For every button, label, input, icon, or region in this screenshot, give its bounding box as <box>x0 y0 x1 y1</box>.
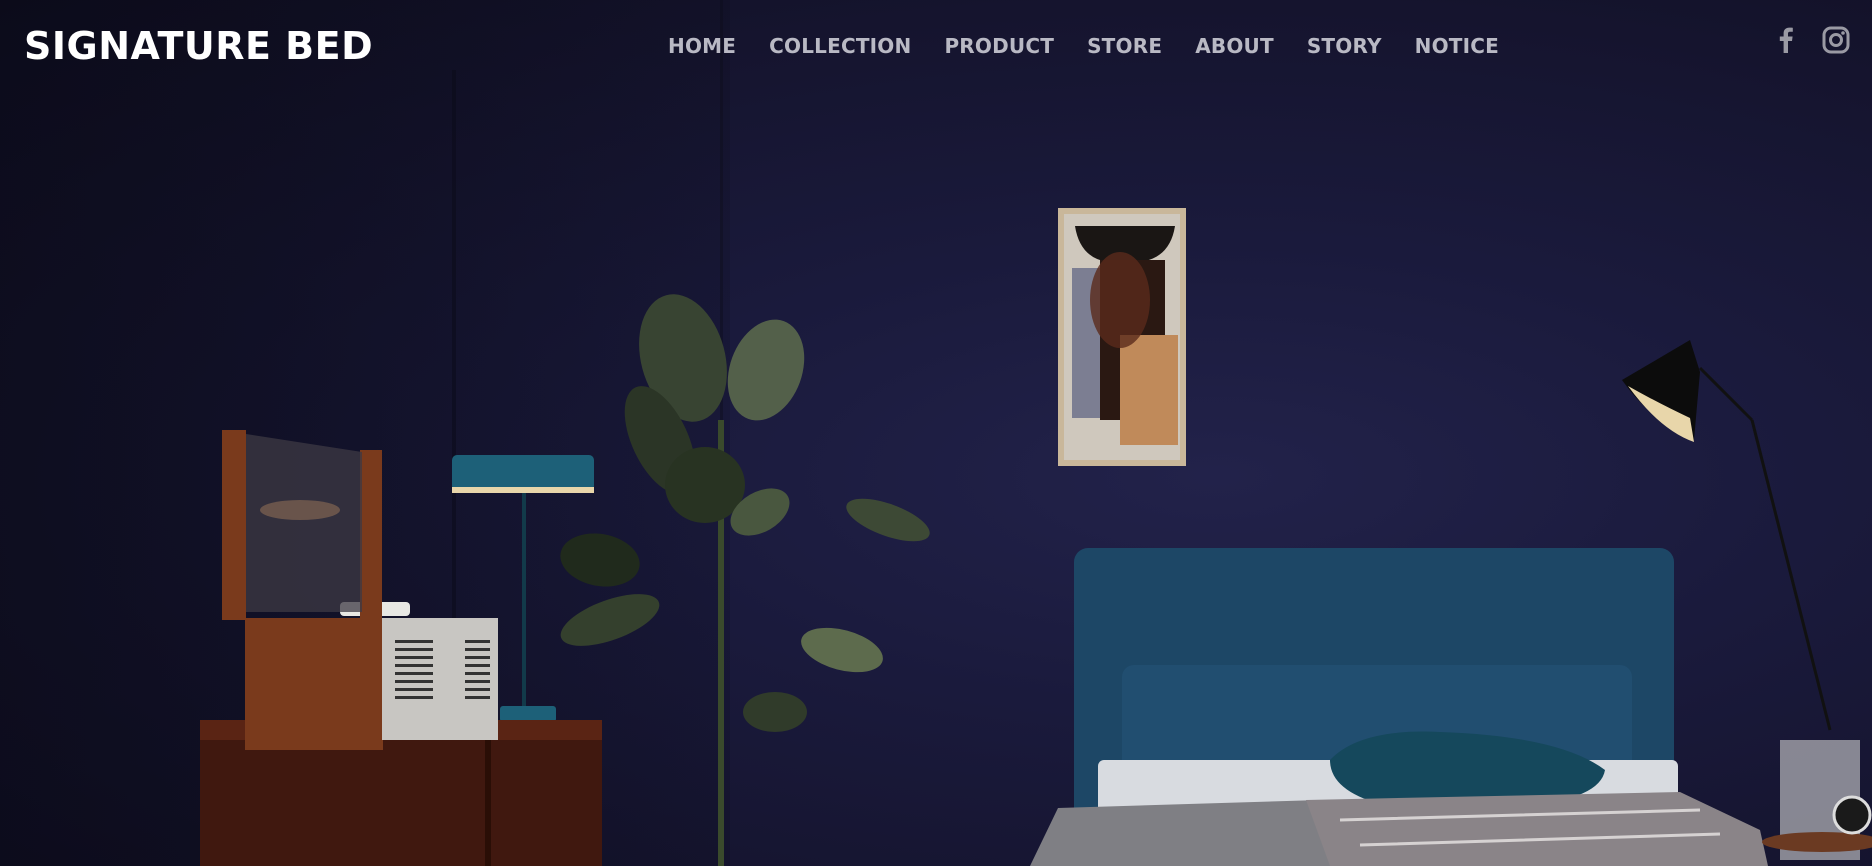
site-header: SIGNATURE BED HOME COLLECTION PRODUCT ST… <box>0 0 1872 92</box>
side-table <box>1762 740 1872 860</box>
brand-logo[interactable]: SIGNATURE BED <box>24 24 373 68</box>
wall-art-frame <box>1058 208 1186 466</box>
facebook-icon[interactable] <box>1772 26 1800 54</box>
instagram-icon[interactable] <box>1822 26 1850 54</box>
bed <box>1030 548 1768 866</box>
nav-notice[interactable]: NOTICE <box>1415 34 1499 58</box>
nav-product[interactable]: PRODUCT <box>944 34 1054 58</box>
nav-story[interactable]: STORY <box>1307 34 1382 58</box>
sideboard-record-player <box>200 430 602 866</box>
nav-collection[interactable]: COLLECTION <box>769 34 911 58</box>
nav-home[interactable]: HOME <box>668 34 736 58</box>
main-nav: HOME COLLECTION PRODUCT STORE ABOUT STOR… <box>668 34 1532 58</box>
plant <box>560 294 930 866</box>
social-links <box>1772 26 1850 54</box>
bedroom-scene-image <box>200 0 1872 866</box>
hero-banner: SIGNATURE BED HOME COLLECTION PRODUCT ST… <box>0 0 1872 866</box>
nav-store[interactable]: STORE <box>1087 34 1162 58</box>
nav-about[interactable]: ABOUT <box>1195 34 1274 58</box>
